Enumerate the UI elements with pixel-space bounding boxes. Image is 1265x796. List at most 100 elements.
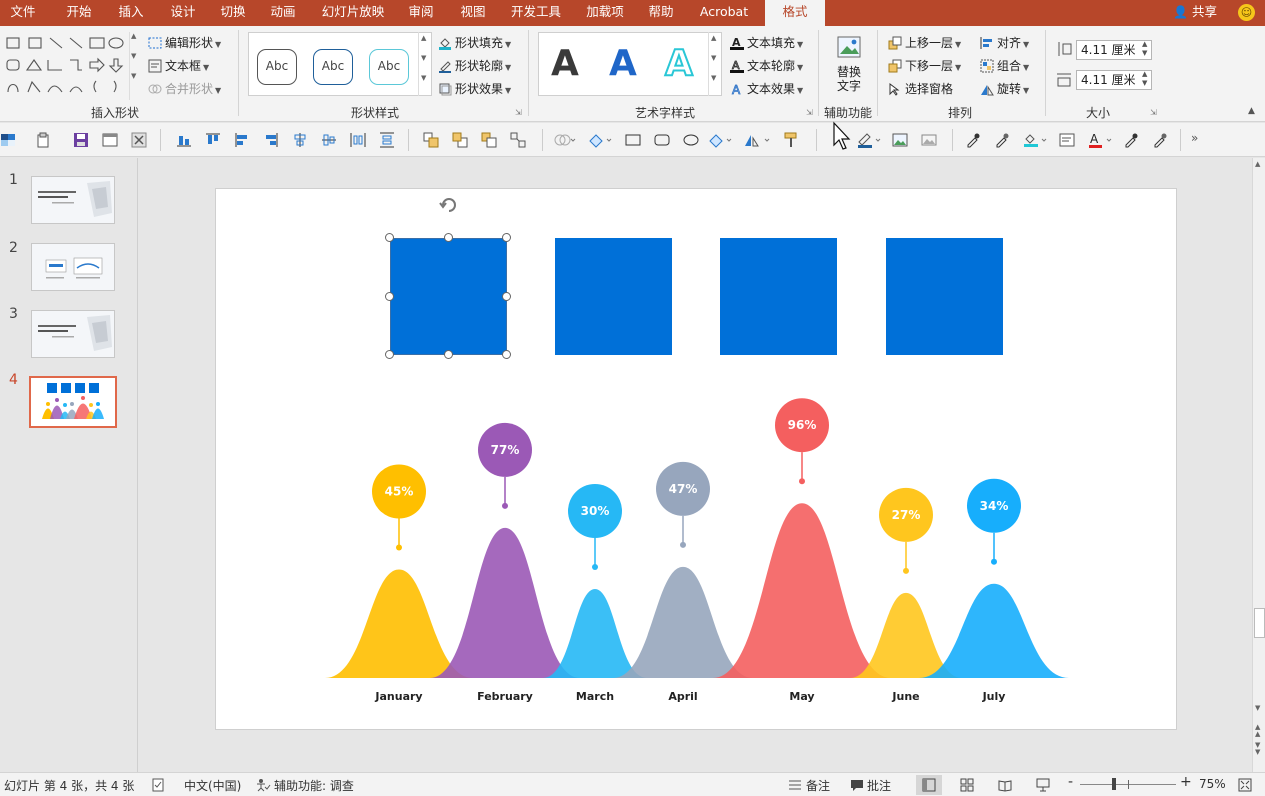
shape-gallery-scroll[interactable]: ▲ ▼ ▼ (129, 32, 139, 100)
text-box-small-icon[interactable] (1059, 132, 1075, 148)
bell-curve-may[interactable] (713, 503, 891, 678)
scroll-up-icon[interactable]: ▲ (1255, 160, 1260, 168)
eyedropper-outline-icon[interactable] (994, 132, 1010, 148)
width-spinner[interactable]: ▲ ▼ (1142, 70, 1147, 88)
bell-curve-january[interactable] (325, 569, 473, 679)
reading-view-icon[interactable] (998, 778, 1012, 792)
accessibility-status[interactable]: 辅助功能: 调查 (274, 777, 354, 794)
tab-slideshow[interactable]: 幻灯片放映 (316, 0, 390, 26)
fit-to-window-icon[interactable] (1238, 778, 1252, 792)
align-button[interactable]: 对齐 ▼ (980, 34, 1029, 51)
text-outline-button[interactable]: A 文本轮廓 ▼ (730, 57, 803, 74)
shape-style-blue[interactable]: Abc (313, 49, 353, 85)
slide-canvas[interactable]: 45% January 77% February 30% March 47% April 96%… (215, 188, 1177, 730)
scroll-down-icon[interactable]: ▼ (1255, 704, 1260, 712)
eyedropper-glow-icon[interactable] (1152, 132, 1168, 148)
tab-acrobat[interactable]: Acrobat (692, 0, 756, 26)
shape-style-gallery-scroll[interactable]: ▲ ▼ ▼ (418, 32, 432, 96)
tab-review[interactable]: 审阅 (398, 0, 444, 26)
tab-design[interactable]: 设计 (160, 0, 206, 26)
align-middle-icon[interactable] (321, 132, 337, 148)
bell-curve-april[interactable] (613, 566, 753, 678)
scroll-thumb[interactable] (1254, 608, 1265, 638)
slide-thumbnail-3[interactable] (31, 310, 115, 358)
notes-button[interactable]: 备注 (806, 777, 830, 794)
shape-style-gallery[interactable]: Abc Abc Abc (248, 32, 432, 96)
share-button[interactable]: 👤 共享 (1173, 0, 1217, 26)
collapse-ribbon-icon[interactable]: ▲ (1248, 106, 1255, 116)
picture-gallery-icon[interactable] (921, 132, 937, 148)
zoom-slider-thumb[interactable] (1112, 778, 1116, 790)
fill-color-icon[interactable] (1023, 132, 1051, 148)
wordart-style-black[interactable]: A (551, 43, 579, 84)
slideshow-view-icon[interactable] (1036, 778, 1050, 792)
send-to-back-icon[interactable] (452, 132, 468, 148)
normal-view-icon[interactable] (922, 778, 936, 792)
align-bottom-icon[interactable] (176, 132, 192, 148)
wordart-gallery[interactable]: A A A (538, 32, 722, 96)
bell-curve-february[interactable] (430, 527, 580, 678)
close-window-icon[interactable] (131, 132, 147, 148)
window-frame-icon[interactable] (102, 132, 118, 148)
theme-colors-icon[interactable] (0, 132, 16, 148)
smiley-feedback-icon[interactable]: ☺ (1238, 4, 1255, 21)
rounded-rectangle-icon[interactable] (654, 132, 670, 148)
merge-shapes-button[interactable]: 合并形状 ▼ (148, 80, 221, 97)
zoom-in-button[interactable]: + (1180, 774, 1192, 790)
shape-outline-button[interactable]: 形状轮廓 ▼ (438, 57, 511, 74)
slide-thumbnail-1[interactable] (31, 176, 115, 224)
font-color-icon[interactable]: A (1088, 132, 1116, 148)
paste-special-icon[interactable] (35, 132, 51, 148)
dialog-launcher-icon[interactable]: ⇲ (806, 108, 813, 117)
accessibility-check-icon[interactable] (255, 778, 271, 792)
align-right-icon[interactable] (263, 132, 279, 148)
bring-forward-button[interactable]: 上移一层 ▼ (888, 34, 961, 51)
vertical-scrollbar[interactable]: ▲ ▼ ▲ ▲ ▼ ▼ (1252, 158, 1265, 772)
bring-to-front-icon[interactable] (423, 132, 439, 148)
shape-effects-button[interactable]: 形状效果 ▼ (438, 80, 511, 97)
rotate-small-icon[interactable] (744, 132, 774, 148)
tab-transitions[interactable]: 切换 (210, 0, 256, 26)
save-icon[interactable] (73, 132, 89, 148)
spelling-check-icon[interactable] (152, 778, 166, 792)
edit-shape-button[interactable]: 编辑形状 ▼ (148, 34, 221, 51)
wordart-style-cyan-outline[interactable]: A (664, 42, 694, 85)
tab-file[interactable]: 文件 (0, 0, 46, 26)
group-button[interactable]: 组合 ▼ (980, 57, 1029, 74)
wordart-style-blue[interactable]: A (609, 43, 637, 84)
shape-style-dark[interactable]: Abc (257, 49, 297, 85)
dialog-launcher-icon[interactable]: ⇲ (515, 108, 522, 117)
align-center-icon[interactable] (292, 132, 308, 148)
bring-forward-small-icon[interactable] (481, 132, 497, 148)
toolbar-overflow-icon[interactable]: » (1191, 131, 1198, 145)
shape-fill-button[interactable]: 形状填充 ▼ (438, 34, 511, 51)
zoom-out-button[interactable]: - (1068, 774, 1073, 790)
next-slide-icon[interactable]: ▼ ▼ (1255, 742, 1260, 756)
merge-shapes-small-icon[interactable] (554, 132, 576, 148)
group-small-icon[interactable] (510, 132, 526, 148)
slide-sorter-icon[interactable] (960, 778, 974, 792)
shape-height-input[interactable]: 4.11 厘米 (1076, 40, 1152, 60)
text-box-button[interactable]: 文本框 ▼ (148, 57, 209, 74)
rectangle-shape-icon[interactable] (625, 132, 641, 148)
align-left-icon[interactable] (234, 132, 250, 148)
tab-addins[interactable]: 加载项 (578, 0, 632, 26)
zoom-level[interactable]: 75% (1199, 777, 1226, 791)
comments-button[interactable]: 批注 (867, 777, 891, 794)
change-shape-icon[interactable] (588, 132, 616, 148)
format-painter-icon[interactable] (783, 132, 799, 148)
previous-slide-icon[interactable]: ▲ ▲ (1255, 724, 1260, 738)
shape-gallery[interactable] (4, 34, 138, 98)
eyedropper-icon[interactable] (965, 132, 981, 148)
oval-shape-icon[interactable] (683, 132, 699, 148)
dialog-launcher-icon[interactable]: ⇲ (1150, 108, 1157, 117)
send-backward-button[interactable]: 下移一层 ▼ (888, 57, 961, 74)
wordart-gallery-scroll[interactable]: ▲ ▼ ▼ (708, 32, 722, 96)
rotate-button[interactable]: 旋转 ▼ (980, 80, 1029, 97)
eyedropper-text-icon[interactable] (1123, 132, 1139, 148)
text-fill-button[interactable]: A 文本填充 ▼ (730, 34, 803, 51)
shape-effects-small-icon[interactable] (708, 132, 736, 148)
language-indicator[interactable]: 中文(中国) (184, 777, 241, 794)
tab-format[interactable]: 格式 (765, 0, 825, 26)
picture-icon[interactable] (892, 132, 908, 148)
